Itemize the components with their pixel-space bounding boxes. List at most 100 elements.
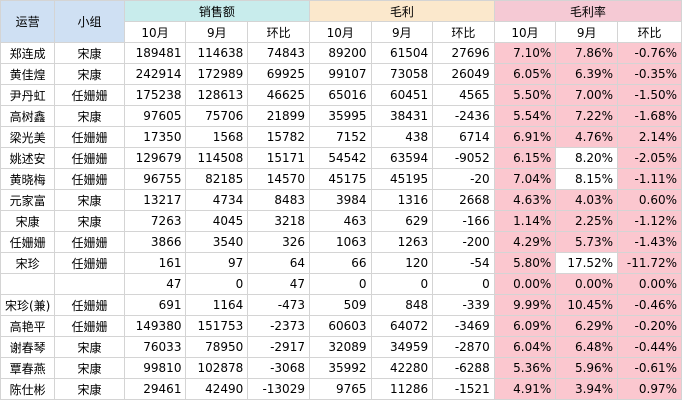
cell-profit-mom[interactable]: -339: [432, 294, 495, 316]
cell-margin-oct[interactable]: 5.50%: [493, 84, 557, 106]
group-header-margin[interactable]: 毛利率: [493, 0, 682, 22]
cell-margin-sep[interactable]: 0.00%: [555, 273, 619, 295]
cell-profit-oct[interactable]: 54542: [308, 147, 372, 169]
cell-margin-sep[interactable]: 7.00%: [555, 84, 619, 106]
cell-sales-oct[interactable]: 96755: [123, 168, 187, 190]
cell-profit-mom[interactable]: 2668: [432, 189, 495, 211]
cell-sales-sep[interactable]: 3540: [185, 231, 249, 253]
cell-profit-oct[interactable]: 7152: [308, 126, 372, 148]
cell-profit-sep[interactable]: 34959: [370, 336, 434, 358]
cell-margin-sep[interactable]: 8.15%: [555, 168, 619, 190]
cell-margin-sep[interactable]: 4.76%: [555, 126, 619, 148]
cell-margin-mom[interactable]: -0.61%: [617, 357, 682, 379]
cell-profit-sep[interactable]: 38431: [370, 105, 434, 127]
cell-profit-oct[interactable]: 463: [308, 210, 372, 232]
cell-margin-oct[interactable]: 4.29%: [493, 231, 557, 253]
cell-margin-mom[interactable]: -0.46%: [617, 294, 682, 316]
cell-group[interactable]: 宋康: [54, 378, 125, 400]
cell-sales-sep[interactable]: 1164: [185, 294, 249, 316]
cell-operator[interactable]: 谢春琴: [0, 336, 56, 358]
cell-margin-mom[interactable]: -1.68%: [617, 105, 682, 127]
cell-sales-mom[interactable]: 8483: [247, 189, 310, 211]
cell-profit-sep[interactable]: 73058: [370, 63, 434, 85]
cell-profit-oct[interactable]: 3984: [308, 189, 372, 211]
cell-operator[interactable]: 宋珍: [0, 252, 56, 274]
cell-profit-mom[interactable]: 27696: [432, 42, 495, 64]
cell-sales-oct[interactable]: 129679: [123, 147, 187, 169]
cell-sales-oct[interactable]: 47: [123, 273, 187, 295]
cell-sales-oct[interactable]: 7263: [123, 210, 187, 232]
cell-sales-oct[interactable]: 29461: [123, 378, 187, 400]
cell-operator[interactable]: 黄晓梅: [0, 168, 56, 190]
cell-profit-sep[interactable]: 63594: [370, 147, 434, 169]
cell-sales-mom[interactable]: 46625: [247, 84, 310, 106]
cell-margin-oct[interactable]: 4.91%: [493, 378, 557, 400]
cell-sales-sep[interactable]: 114638: [185, 42, 249, 64]
cell-sales-mom[interactable]: -3068: [247, 357, 310, 379]
cell-margin-mom[interactable]: -0.20%: [617, 315, 682, 337]
cell-profit-mom[interactable]: 26049: [432, 63, 495, 85]
cell-margin-sep[interactable]: 5.73%: [555, 231, 619, 253]
cell-group[interactable]: 任姗姗: [54, 126, 125, 148]
cell-sales-sep[interactable]: 4045: [185, 210, 249, 232]
cell-margin-sep[interactable]: 2.25%: [555, 210, 619, 232]
cell-margin-sep[interactable]: 6.29%: [555, 315, 619, 337]
cell-profit-oct[interactable]: 1063: [308, 231, 372, 253]
cell-profit-sep[interactable]: 1316: [370, 189, 434, 211]
cell-sales-oct[interactable]: 189481: [123, 42, 187, 64]
cell-sales-oct[interactable]: 17350: [123, 126, 187, 148]
cell-sales-mom[interactable]: 3218: [247, 210, 310, 232]
cell-margin-mom[interactable]: -0.76%: [617, 42, 682, 64]
cell-margin-sep[interactable]: 17.52%: [555, 252, 619, 274]
cell-group[interactable]: 任姗姗: [54, 294, 125, 316]
cell-margin-sep[interactable]: 5.96%: [555, 357, 619, 379]
cell-sales-mom[interactable]: 21899: [247, 105, 310, 127]
cell-sales-mom[interactable]: 326: [247, 231, 310, 253]
cell-sales-mom[interactable]: -2373: [247, 315, 310, 337]
cell-sales-oct[interactable]: 13217: [123, 189, 187, 211]
cell-profit-mom[interactable]: -166: [432, 210, 495, 232]
cell-operator[interactable]: 尹丹虹: [0, 84, 56, 106]
cell-margin-mom[interactable]: 0.60%: [617, 189, 682, 211]
cell-sales-sep[interactable]: 172989: [185, 63, 249, 85]
cell-margin-mom[interactable]: 2.14%: [617, 126, 682, 148]
cell-group[interactable]: 任姗姗: [54, 168, 125, 190]
cell-sales-sep[interactable]: 0: [185, 273, 249, 295]
cell-operator[interactable]: 宋珍(兼): [0, 294, 56, 316]
cell-sales-oct[interactable]: 99810: [123, 357, 187, 379]
cell-sales-sep[interactable]: 114508: [185, 147, 249, 169]
cell-margin-mom[interactable]: -1.43%: [617, 231, 682, 253]
cell-profit-mom[interactable]: -3469: [432, 315, 495, 337]
sub-header[interactable]: 环比: [432, 21, 495, 43]
cell-margin-mom[interactable]: -2.05%: [617, 147, 682, 169]
cell-profit-oct[interactable]: 66: [308, 252, 372, 274]
cell-operator[interactable]: 元家富: [0, 189, 56, 211]
cell-sales-mom[interactable]: -2917: [247, 336, 310, 358]
cell-profit-mom[interactable]: -200: [432, 231, 495, 253]
cell-margin-oct[interactable]: 0.00%: [493, 273, 557, 295]
cell-profit-oct[interactable]: 0: [308, 273, 372, 295]
cell-group[interactable]: 宋康: [54, 63, 125, 85]
cell-profit-oct[interactable]: 35992: [308, 357, 372, 379]
cell-profit-sep[interactable]: 42280: [370, 357, 434, 379]
cell-margin-oct[interactable]: 6.05%: [493, 63, 557, 85]
cell-margin-oct[interactable]: 9.99%: [493, 294, 557, 316]
cell-margin-oct[interactable]: 5.54%: [493, 105, 557, 127]
cell-sales-sep[interactable]: 128613: [185, 84, 249, 106]
cell-sales-oct[interactable]: 161: [123, 252, 187, 274]
cell-sales-mom[interactable]: 15171: [247, 147, 310, 169]
cell-sales-sep[interactable]: 1568: [185, 126, 249, 148]
cell-margin-sep[interactable]: 8.20%: [555, 147, 619, 169]
cell-operator[interactable]: 宋康: [0, 210, 56, 232]
cell-margin-sep[interactable]: 3.94%: [555, 378, 619, 400]
cell-sales-oct[interactable]: 3866: [123, 231, 187, 253]
cell-profit-oct[interactable]: 9765: [308, 378, 372, 400]
cell-profit-oct[interactable]: 99107: [308, 63, 372, 85]
cell-profit-mom[interactable]: -54: [432, 252, 495, 274]
col-header-operator[interactable]: 运营: [0, 0, 56, 43]
sub-header[interactable]: 环比: [617, 21, 682, 43]
cell-sales-sep[interactable]: 97: [185, 252, 249, 274]
cell-sales-mom[interactable]: 74843: [247, 42, 310, 64]
cell-margin-sep[interactable]: 7.86%: [555, 42, 619, 64]
group-header-sales[interactable]: 销售额: [123, 0, 310, 22]
